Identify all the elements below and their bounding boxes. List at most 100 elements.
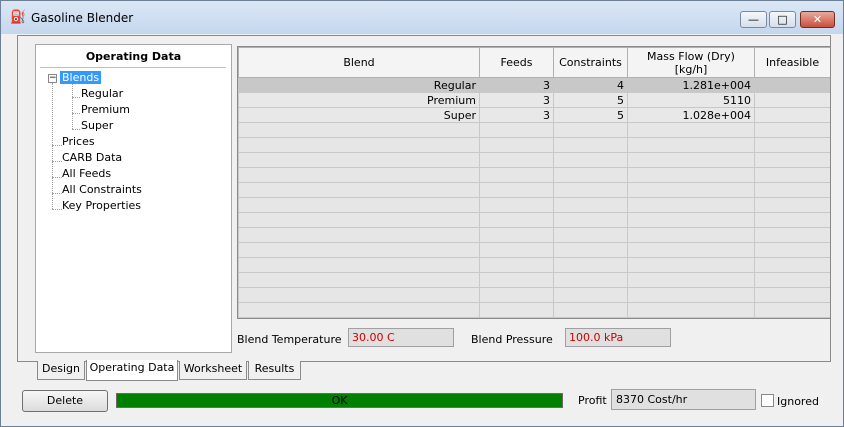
minimize-button[interactable]: — [740,11,767,28]
blends-grid[interactable]: Blend Feeds Constraints Mass Flow (Dry) … [237,46,831,319]
column-header-constraints[interactable]: Constraints [553,47,628,78]
empty-cell[interactable] [627,152,755,168]
cell-blend[interactable]: Premium [238,92,480,108]
tree-item-carb-data[interactable]: CARB Data [62,151,122,164]
column-header-mass-flow[interactable]: Mass Flow (Dry) [kg/h] [627,47,755,78]
empty-cell[interactable] [754,167,830,183]
tree-item-super[interactable]: Super [81,119,113,132]
empty-cell[interactable] [238,167,480,183]
empty-cell[interactable] [553,317,628,318]
empty-cell[interactable] [238,317,480,318]
empty-cell[interactable] [627,287,755,303]
empty-table-row[interactable] [238,197,830,213]
empty-cell[interactable] [553,137,628,153]
table-row[interactable]: Premium 3 5 5110 [238,92,830,108]
table-row[interactable]: Regular 3 4 1.281e+004 [238,77,830,93]
tree-item-blends[interactable]: Blends [60,71,102,84]
empty-cell[interactable] [238,137,480,153]
empty-cell[interactable] [479,242,554,258]
cell-mass-flow[interactable]: 1.281e+004 [627,77,755,93]
empty-cell[interactable] [479,227,554,243]
tree-item-all-feeds[interactable]: All Feeds [62,167,111,180]
empty-cell[interactable] [754,242,830,258]
empty-cell[interactable] [754,317,830,318]
empty-table-row[interactable] [238,257,830,273]
blend-temperature-field[interactable]: 30.00 C [348,328,454,347]
cell-feeds[interactable]: 3 [479,92,554,108]
cell-constraints[interactable]: 5 [553,92,628,108]
empty-cell[interactable] [627,182,755,198]
tab-results[interactable]: Results [248,361,301,380]
empty-cell[interactable] [553,122,628,138]
empty-cell[interactable] [754,257,830,273]
empty-cell[interactable] [479,287,554,303]
tree-item-premium[interactable]: Premium [81,103,130,116]
empty-cell[interactable] [238,122,480,138]
blend-pressure-field[interactable]: 100.0 kPa [565,328,671,347]
empty-cell[interactable] [479,197,554,213]
empty-table-row[interactable] [238,272,830,288]
empty-cell[interactable] [553,302,628,318]
empty-cell[interactable] [553,167,628,183]
cell-infeasible[interactable] [754,77,830,93]
empty-cell[interactable] [553,287,628,303]
empty-cell[interactable] [553,272,628,288]
empty-cell[interactable] [627,167,755,183]
empty-cell[interactable] [238,152,480,168]
empty-cell[interactable] [479,272,554,288]
empty-cell[interactable] [238,212,480,228]
ignored-checkbox[interactable] [761,394,774,407]
empty-cell[interactable] [627,137,755,153]
empty-cell[interactable] [238,242,480,258]
tab-worksheet[interactable]: Worksheet [179,361,247,380]
empty-cell[interactable] [627,257,755,273]
collapse-icon[interactable]: − [48,74,57,83]
empty-cell[interactable] [238,302,480,318]
empty-cell[interactable] [553,242,628,258]
empty-table-row[interactable] [238,302,830,318]
empty-cell[interactable] [627,212,755,228]
empty-table-row[interactable] [238,317,830,318]
empty-table-row[interactable] [238,122,830,138]
cell-infeasible[interactable] [754,107,830,123]
empty-cell[interactable] [479,152,554,168]
empty-cell[interactable] [553,227,628,243]
empty-cell[interactable] [754,287,830,303]
empty-cell[interactable] [553,197,628,213]
cell-constraints[interactable]: 4 [553,77,628,93]
cell-mass-flow[interactable]: 1.028e+004 [627,107,755,123]
empty-cell[interactable] [627,122,755,138]
cell-feeds[interactable]: 3 [479,77,554,93]
empty-cell[interactable] [238,287,480,303]
empty-cell[interactable] [479,167,554,183]
tree-item-prices[interactable]: Prices [62,135,95,148]
column-header-blend[interactable]: Blend [238,47,480,78]
empty-cell[interactable] [627,227,755,243]
empty-cell[interactable] [754,272,830,288]
empty-table-row[interactable] [238,167,830,183]
empty-cell[interactable] [553,182,628,198]
empty-cell[interactable] [627,302,755,318]
empty-cell[interactable] [754,302,830,318]
empty-cell[interactable] [238,197,480,213]
empty-cell[interactable] [553,257,628,273]
empty-cell[interactable] [627,317,755,318]
empty-table-row[interactable] [238,152,830,168]
cell-feeds[interactable]: 3 [479,107,554,123]
empty-cell[interactable] [479,137,554,153]
empty-cell[interactable] [238,182,480,198]
maximize-button[interactable]: □ [769,11,796,28]
ignored-label[interactable]: Ignored [777,395,819,408]
empty-table-row[interactable] [238,182,830,198]
empty-table-row[interactable] [238,242,830,258]
empty-cell[interactable] [479,122,554,138]
empty-cell[interactable] [627,242,755,258]
empty-cell[interactable] [754,227,830,243]
title-bar[interactable]: ⛽ Gasoline Blender — □ ✕ [1,1,843,34]
empty-cell[interactable] [479,302,554,318]
empty-table-row[interactable] [238,287,830,303]
tab-design[interactable]: Design [37,361,85,380]
cell-blend[interactable]: Super [238,107,480,123]
empty-cell[interactable] [238,227,480,243]
tree-item-key-properties[interactable]: Key Properties [62,199,141,212]
